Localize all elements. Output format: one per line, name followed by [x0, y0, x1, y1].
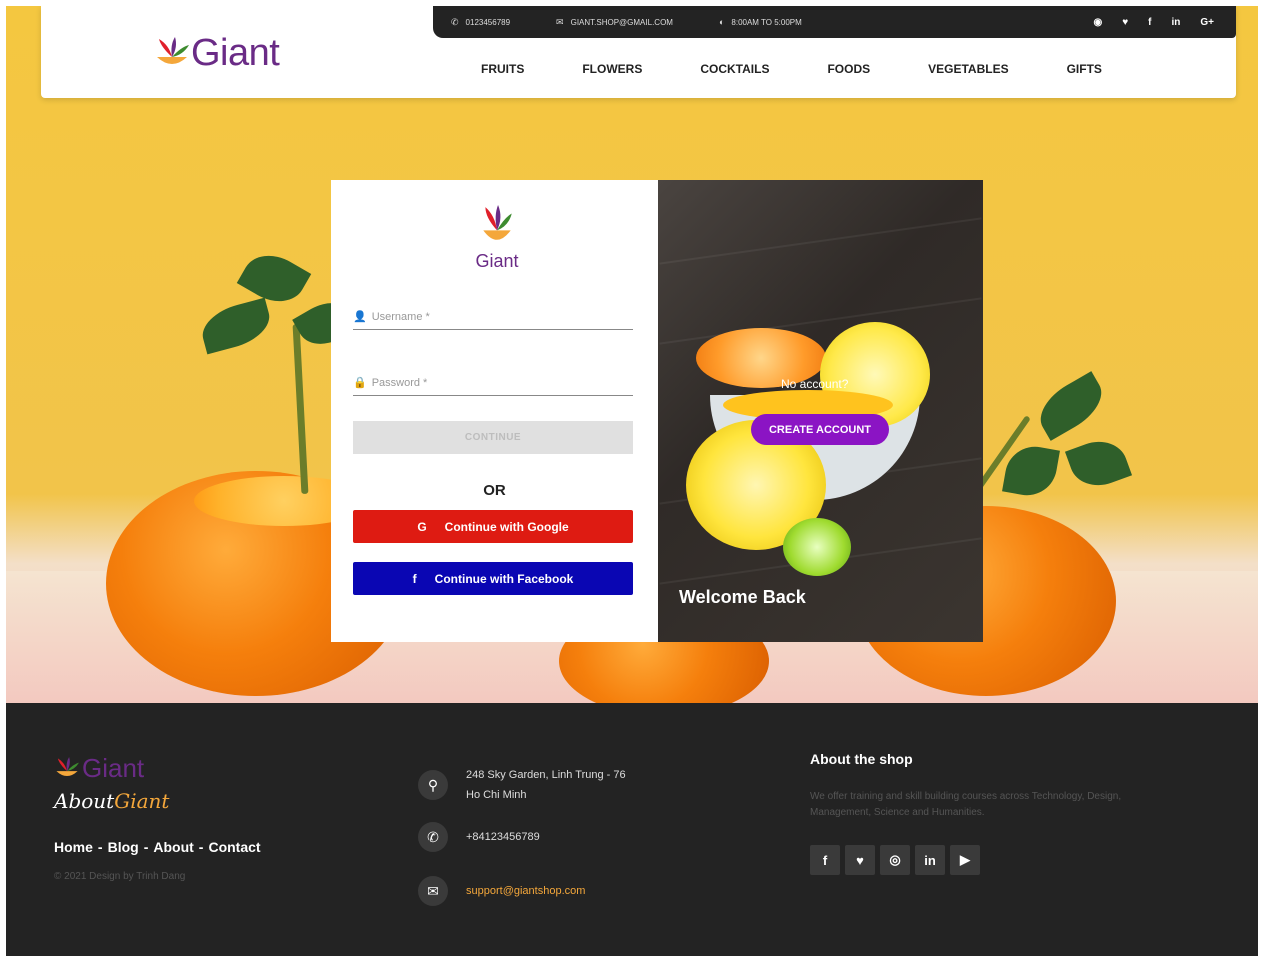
footer-link-contact[interactable]: Contact [208, 839, 260, 855]
footer-links: Home - Blog - About - Contact [54, 839, 261, 855]
header-brand-name: Giant [191, 32, 280, 74]
password-field[interactable]: 🔒 Password * [353, 370, 633, 396]
support-email-link[interactable]: support@giantshop.com [466, 881, 585, 901]
footer-link-home[interactable]: Home [54, 839, 93, 855]
footer-address: ⚲ 248 Sky Garden, Linh Trung - 76 Ho Chi … [418, 765, 626, 805]
linkedin-icon[interactable]: in [915, 845, 945, 875]
map-pin-icon: ⚲ [418, 770, 448, 800]
footer-logo[interactable]: Giant [52, 753, 144, 784]
linkedin-icon[interactable]: in [1171, 17, 1180, 28]
instagram-icon[interactable]: ◎ [880, 845, 910, 875]
clock-icon: ◐ [718, 17, 725, 27]
footer-about-title: AboutGiant [54, 789, 170, 813]
giant-leaf-logo-icon [157, 36, 189, 64]
youtube-icon[interactable]: ▶ [950, 845, 980, 875]
google-icon: G [417, 519, 427, 534]
twitter-icon[interactable]: ♥ [1122, 17, 1128, 28]
giant-leaf-logo-icon [56, 756, 79, 776]
google-plus-icon[interactable]: G+ [1200, 17, 1214, 28]
copyright-text: © 2021 Design by Trinh Dang [54, 871, 186, 882]
facebook-icon[interactable]: f [1148, 17, 1151, 28]
facebook-icon[interactable]: f [810, 845, 840, 875]
twitter-icon[interactable]: ♥ [845, 845, 875, 875]
footer-brand-name: Giant [82, 753, 145, 783]
login-logo: Giant [467, 202, 527, 272]
phone-icon: ✆ [451, 16, 459, 27]
footer-phone: ✆ +84123456789 [418, 822, 540, 852]
username-field[interactable]: 👤 Username * [353, 304, 633, 330]
phone-icon: ✆ [418, 822, 448, 852]
footer-link-blog[interactable]: Blog [108, 839, 139, 855]
nav-item-gifts[interactable]: GIFTS [1067, 62, 1102, 76]
or-divider: OR [483, 482, 506, 499]
topbar-social-links: ◉ ♥ f in G+ [1073, 17, 1214, 28]
lock-icon: 🔒 [353, 377, 367, 389]
continue-with-google-button[interactable]: G Continue with Google [353, 510, 633, 543]
login-brand-name: Giant [475, 251, 519, 271]
site-header: Giant ✆ 0123456789 ✉ GIANT.SHOP@GMAIL.COM … [41, 6, 1236, 98]
envelope-icon: ✉ [418, 876, 448, 906]
username-placeholder: Username * [371, 310, 430, 323]
footer-email: ✉ support@giantshop.com [418, 876, 585, 906]
topbar-phone: ✆ 0123456789 [451, 16, 511, 27]
nav-item-cocktails[interactable]: COCKTAILS [700, 62, 769, 76]
no-account-text: No account? [781, 377, 849, 391]
page-frame: Giant ✆ 0123456789 ✉ GIANT.SHOP@GMAIL.COM … [6, 6, 1258, 956]
user-icon: 👤 [353, 311, 367, 323]
globe-icon[interactable]: ◉ [1093, 17, 1102, 28]
envelope-icon: ✉ [556, 16, 564, 27]
facebook-icon: f [412, 571, 417, 586]
top-info-bar: ✆ 0123456789 ✉ GIANT.SHOP@GMAIL.COM ◐ 8:00A… [433, 6, 1236, 38]
header-logo[interactable]: Giant [153, 32, 280, 75]
about-shop-text: We offer training and skill building cou… [810, 791, 1122, 818]
continue-with-facebook-button[interactable]: f Continue with Facebook [353, 562, 633, 595]
lime-slice-image [783, 518, 851, 576]
continue-button[interactable]: CONTINUE [353, 421, 633, 454]
site-footer: Giant AboutGiant Home - Blog - About - Cont… [6, 703, 1258, 956]
topbar-email: ✉ GIANT.SHOP@GMAIL.COM [556, 16, 673, 27]
footer-social-links: f ♥ ◎ in ▶ [810, 845, 985, 875]
nav-item-vegetables[interactable]: VEGETABLES [928, 62, 1008, 76]
welcome-image-panel: No account? CREATE ACCOUNT Welcome Back [658, 180, 983, 642]
giant-leaf-logo-icon [483, 205, 512, 240]
nav-item-foods[interactable]: FOODS [827, 62, 870, 76]
create-account-button[interactable]: CREATE ACCOUNT [751, 414, 889, 445]
nav-item-fruits[interactable]: FRUITS [481, 62, 524, 76]
password-placeholder: Password * [371, 376, 428, 389]
topbar-hours: ◐ 8:00AM TO 5:00PM [718, 17, 802, 27]
footer-link-about[interactable]: About [153, 839, 193, 855]
welcome-heading: Welcome Back [679, 587, 806, 607]
main-nav: FRUITS FLOWERS COCKTAILS FOODS VEGETABLE… [481, 62, 1160, 76]
nav-item-flowers[interactable]: FLOWERS [582, 62, 642, 76]
login-form-panel: Giant 👤 Username * 🔒 Password * CONTINUE… [331, 180, 658, 642]
about-shop-heading: About the shop [810, 751, 913, 767]
